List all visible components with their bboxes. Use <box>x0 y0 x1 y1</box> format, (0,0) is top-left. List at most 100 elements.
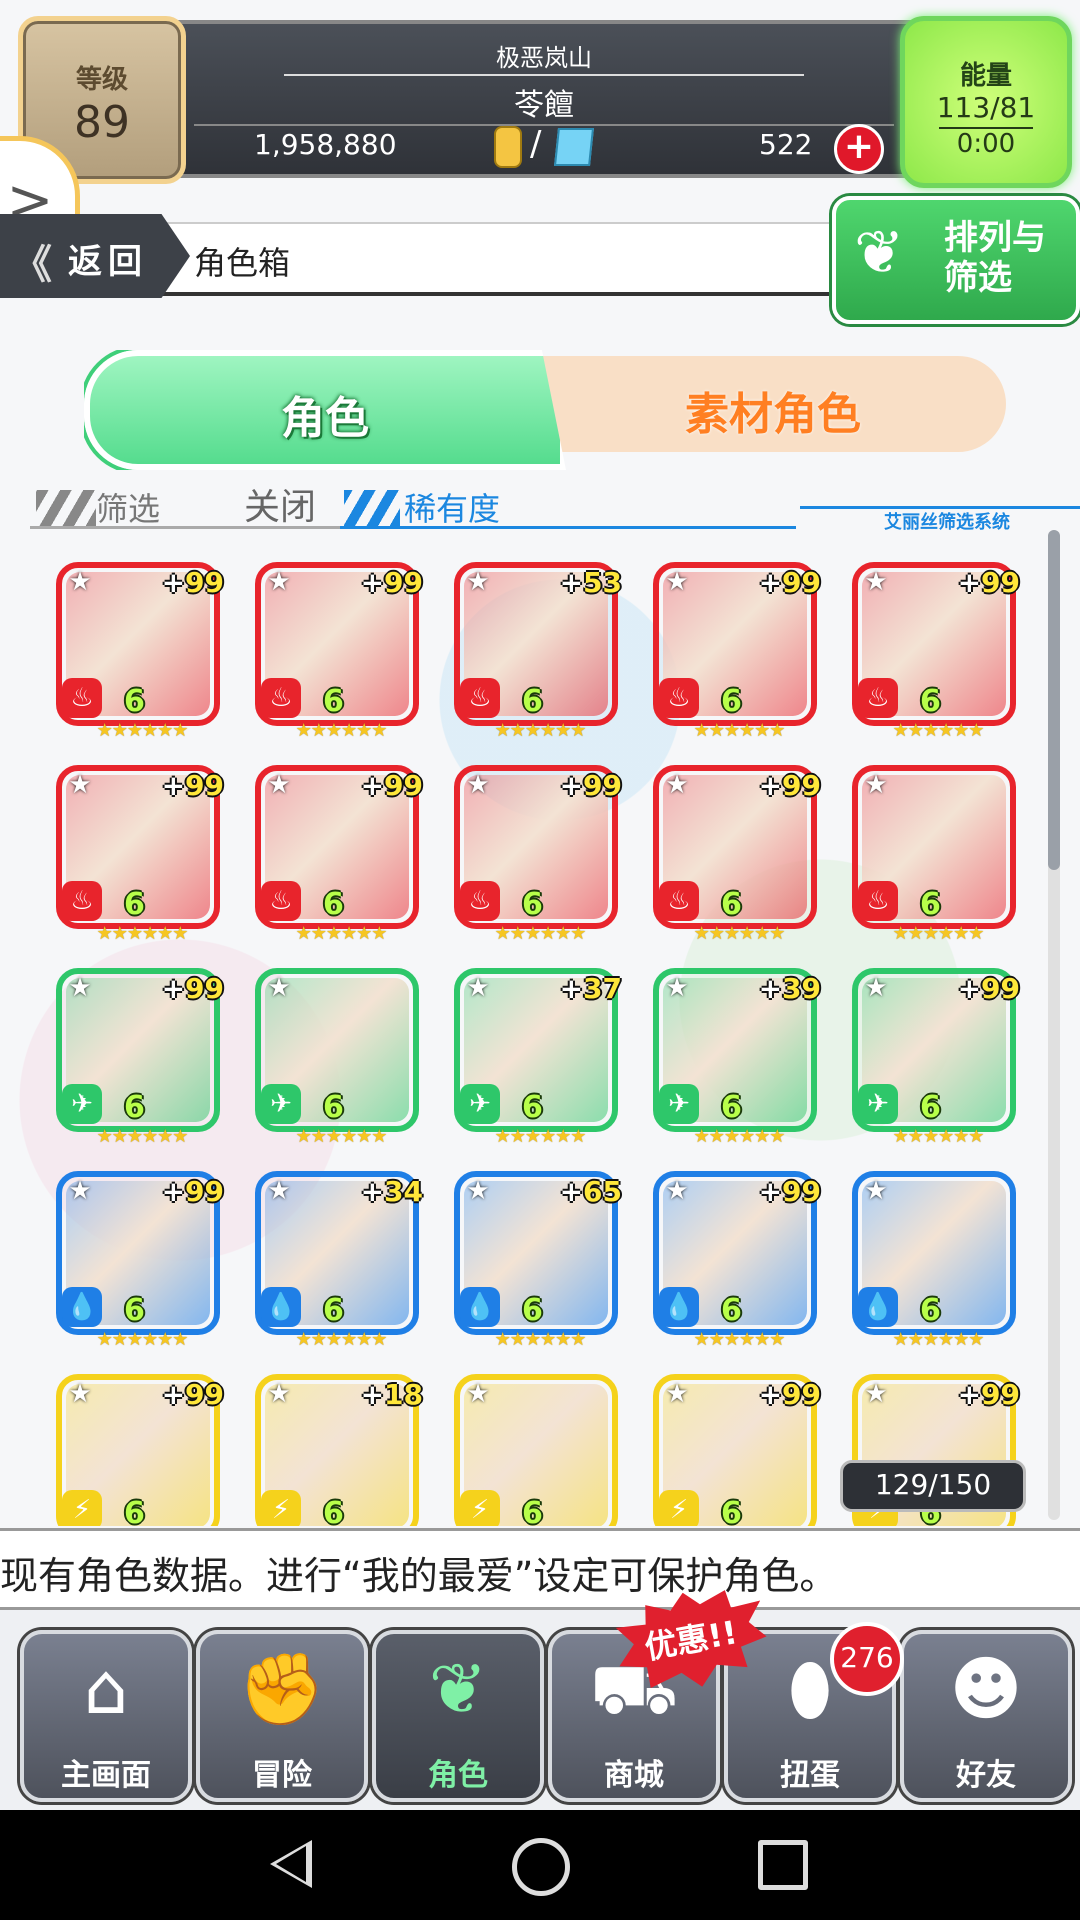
nav-button-2[interactable]: ❦ 角色 <box>372 1630 544 1802</box>
character-card[interactable]: ★ +39 ✈ 6 ★★★★★★ <box>651 966 827 1156</box>
rarity-stars: ★★★★★★ <box>892 1329 985 1350</box>
element-thunder-icon: ⚡ <box>62 1490 102 1526</box>
money-value: 1,958,880 <box>254 128 397 161</box>
element-wind-icon: ✈ <box>62 1084 102 1124</box>
nav-button-0[interactable]: ⌂ 主画面 <box>20 1630 192 1802</box>
plus-number: 99 <box>185 1378 224 1411</box>
scrollbar-thumb[interactable] <box>1048 530 1060 870</box>
favorite-star-icon: ★ <box>68 1379 92 1409</box>
element-fire-icon: ♨ <box>659 678 699 718</box>
favorite-star-icon: ★ <box>68 1176 92 1206</box>
coin-icon <box>494 126 522 168</box>
plus-value: +34 <box>360 1175 423 1208</box>
filter-state[interactable]: 关闭 <box>244 478 316 530</box>
character-card[interactable]: ★ +99 ♨ 6 ★★★★★★ <box>253 763 429 953</box>
evolution-grade: 6 <box>124 1293 145 1328</box>
evolution-grade: 6 <box>124 1496 145 1526</box>
favorite-star-icon: ★ <box>466 770 490 800</box>
favorite-star-icon: ★ <box>864 1379 888 1409</box>
element-fire-icon: ♨ <box>460 881 500 921</box>
tab-characters[interactable]: 角色 <box>84 350 566 470</box>
plus-number: 99 <box>782 1175 821 1208</box>
nav-label: 主画面 <box>61 1758 151 1793</box>
character-card[interactable]: ★ +99 ♨ 6 ★★★★★★ <box>651 560 827 750</box>
sort-by-rarity[interactable]: 稀有度 <box>404 484 500 530</box>
sort-filter-label: 排列与筛选 <box>944 218 1046 298</box>
rarity-stars: ★★★★★★ <box>693 923 786 944</box>
favorite-star-icon: ★ <box>267 567 291 597</box>
evolution-grade: 6 <box>522 684 543 719</box>
character-card[interactable]: ★ +34 💧 6 ★★★★★★ <box>253 1169 429 1359</box>
character-card[interactable]: ★ +18 ⚡ 6 ★★★★★★ <box>253 1372 429 1526</box>
plus-value: +99 <box>161 769 224 802</box>
evolution-grade: 6 <box>721 887 742 922</box>
favorite-star-icon: ★ <box>466 973 490 1003</box>
character-card[interactable]: ★ +99 ♨ 6 ★★★★★★ <box>253 560 429 750</box>
character-card[interactable]: ★ +53 ♨ 6 ★★★★★★ <box>452 560 628 750</box>
evolution-grade: 6 <box>920 1293 941 1328</box>
rarity-stars: ★★★★★★ <box>494 1126 587 1147</box>
sort-filter-button[interactable]: ❦ 排列与筛选 <box>832 196 1080 324</box>
character-card[interactable]: ★ +37 ✈ 6 ★★★★★★ <box>452 966 628 1156</box>
evolution-grade: 6 <box>522 1496 543 1526</box>
nav-button-1[interactable]: ✊ 冒险 <box>196 1630 368 1802</box>
element-wind-icon: ✈ <box>858 1084 898 1124</box>
screen-title-bar: 角色箱 <box>150 222 840 296</box>
rarity-stars: ★★★★★★ <box>96 1126 189 1147</box>
back-button[interactable]: 《 返回 <box>0 214 190 298</box>
sort-stripes-icon <box>344 490 400 528</box>
character-card[interactable]: ★ 💧 6 ★★★★★★ <box>850 1169 1026 1359</box>
nav-label: 好友 <box>956 1758 1016 1793</box>
favorite-star-icon: ★ <box>665 567 689 597</box>
character-card[interactable]: ★ +99 ♨ 6 ★★★★★★ <box>651 763 827 953</box>
character-card[interactable]: ★ +99 💧 6 ★★★★★★ <box>651 1169 827 1359</box>
tab-material-characters[interactable]: 素材角色 <box>540 356 1006 452</box>
character-card[interactable]: ★ +99 ✈ 6 ★★★★★★ <box>54 966 230 1156</box>
character-card[interactable]: ★ ✈ 6 ★★★★★★ <box>253 966 429 1156</box>
character-card[interactable]: ★ ♨ 6 ★★★★★★ <box>850 763 1026 953</box>
plus-number: 18 <box>384 1378 423 1411</box>
plus-number: 99 <box>981 972 1020 1005</box>
favorite-star-icon: ★ <box>267 973 291 1003</box>
plus-value: +53 <box>559 566 622 599</box>
evolution-grade: 6 <box>323 1293 344 1328</box>
plus-number: 99 <box>981 1378 1020 1411</box>
plus-value: +65 <box>559 1175 622 1208</box>
character-card[interactable]: ★ +99 ♨ 6 ★★★★★★ <box>54 560 230 750</box>
character-card[interactable]: ★ +99 ✈ 6 ★★★★★★ <box>850 966 1026 1156</box>
system-recents-icon[interactable] <box>758 1840 808 1890</box>
energy-badge[interactable]: 能量 113/81 0:00 <box>900 16 1072 188</box>
character-grid: ★ +99 ♨ 6 ★★★★★★ ★ +99 ♨ 6 ★★★★★★ ★ +53 … <box>54 560 1038 1526</box>
character-card[interactable]: ★ +99 ⚡ 6 ★★★★★★ <box>651 1372 827 1526</box>
character-card[interactable]: ★ +99 ♨ 6 ★★★★★★ <box>452 763 628 953</box>
friends-icon: ☻ <box>949 1648 1023 1730</box>
element-water-icon: 💧 <box>460 1287 500 1327</box>
rarity-stars: ★★★★★★ <box>96 1329 189 1350</box>
favorite-star-icon: ★ <box>864 567 888 597</box>
character-card[interactable]: ★ +65 💧 6 ★★★★★★ <box>452 1169 628 1359</box>
favorite-star-icon: ★ <box>466 567 490 597</box>
nav-button-5[interactable]: ☻ 好友 <box>900 1630 1072 1802</box>
info-ticker: 现有角色数据。进行“我的最爱”设定可保护角色。 <box>0 1528 1080 1610</box>
character-card[interactable]: ★ +99 ♨ 6 ★★★★★★ <box>54 763 230 953</box>
evolution-grade: 6 <box>124 1090 145 1125</box>
plus-value: +99 <box>758 1175 821 1208</box>
character-card[interactable]: ★ +99 ⚡ 6 ★★★★★★ <box>54 1372 230 1526</box>
plus-value: +99 <box>758 566 821 599</box>
character-card[interactable]: ★ +99 💧 6 ★★★★★★ <box>54 1169 230 1359</box>
plus-number: 39 <box>782 972 821 1005</box>
rarity-stars: ★★★★★★ <box>693 720 786 741</box>
plus-value: +99 <box>559 769 622 802</box>
favorite-star-icon: ★ <box>68 770 92 800</box>
system-home-icon[interactable] <box>512 1838 570 1896</box>
rabbit-icon: ❦ <box>854 218 905 288</box>
back-label: 返回 <box>68 242 148 282</box>
character-card[interactable]: ★ ⚡ 6 ★★★★★★ <box>452 1372 628 1526</box>
box-count-badge: 129/150 <box>840 1460 1026 1512</box>
plus-value: +99 <box>161 1378 224 1411</box>
plus-number: 99 <box>981 566 1020 599</box>
character-card[interactable]: ★ +99 ♨ 6 ★★★★★★ <box>850 560 1026 750</box>
element-water-icon: 💧 <box>858 1287 898 1327</box>
buy-gems-button[interactable]: + <box>834 124 884 174</box>
back-chevron-icon: 《 <box>12 242 52 288</box>
